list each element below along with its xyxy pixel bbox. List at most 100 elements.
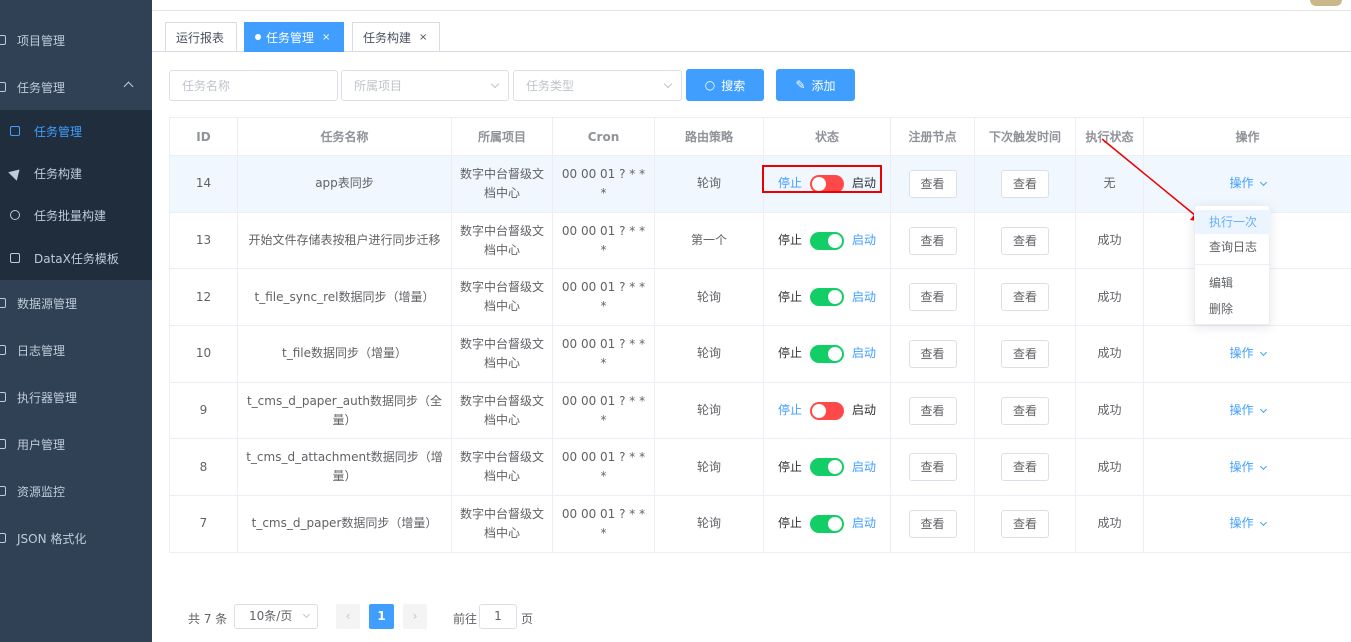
actions-dropdown-trigger[interactable]: 操作	[1229, 516, 1267, 530]
view-node-button[interactable]: 查看	[908, 169, 957, 198]
dropdown-item-delete[interactable]: 删除	[1195, 297, 1271, 321]
page-suffix: 页	[521, 612, 534, 626]
view-node-button[interactable]: 查看	[908, 339, 957, 368]
task-type-placeholder: 任务类型	[526, 79, 575, 93]
monitor-icon	[0, 486, 6, 496]
avatar[interactable]	[1310, 0, 1342, 6]
cell-actions: 操作	[1143, 155, 1351, 213]
sidebar-item-task-management[interactable]: 任务管理	[0, 64, 152, 110]
sidebar-item-executors[interactable]: 执行器管理	[0, 374, 152, 420]
view-next-trigger-button[interactable]: 查看	[1001, 169, 1049, 198]
cell-actions: 操作	[1143, 325, 1351, 383]
actions-label: 操作	[1229, 346, 1254, 361]
status-switch[interactable]: 停止 启动	[778, 458, 876, 477]
task-type-select[interactable]: 任务类型	[513, 70, 682, 101]
tab-run-report[interactable]: 运行报表	[165, 22, 237, 52]
actions-dropdown-trigger[interactable]: 操作	[1229, 403, 1267, 417]
switch-stop-label: 停止	[777, 233, 802, 248]
switch-start-label: 启动	[852, 403, 877, 418]
toggle-switch[interactable]	[810, 514, 844, 533]
search-button[interactable]: ○ 搜索	[686, 69, 764, 101]
status-switch[interactable]: 停止 启动	[778, 514, 876, 533]
cell-task-name: t_file_sync_rel数据同步（增量）	[237, 268, 452, 327]
status-switch[interactable]: 停止 启动	[778, 288, 876, 307]
batch-icon	[10, 210, 20, 220]
page-size-select[interactable]: 10条/页	[234, 604, 318, 629]
toggle-switch[interactable]	[810, 288, 844, 307]
status-switch[interactable]: 停止 启动	[778, 231, 876, 250]
header-id: ID	[169, 117, 238, 156]
cell-task-name: app表同步	[237, 155, 452, 213]
view-next-trigger-button[interactable]: 查看	[1001, 226, 1049, 255]
page-size-value: 10条/页	[249, 609, 293, 623]
sidebar-subitem-task-management[interactable]: 任务管理	[0, 110, 152, 152]
actions-dropdown-trigger[interactable]: 操作	[1229, 460, 1267, 474]
actions-dropdown: 执行一次 查询日志 编辑 删除	[1194, 205, 1271, 325]
view-node-button[interactable]: 查看	[908, 396, 957, 425]
sidebar-subitem-batch-build[interactable]: 任务批量构建	[0, 194, 152, 236]
sidebar-item-datasource[interactable]: 数据源管理	[0, 280, 152, 326]
view-next-trigger-button[interactable]: 查看	[1001, 339, 1049, 368]
toggle-switch[interactable]	[810, 344, 844, 363]
cell-id: 14	[169, 155, 238, 213]
switch-start-label: 启动	[852, 459, 877, 474]
sidebar-item-label: 任务管理	[34, 124, 83, 139]
sidebar-item-json[interactable]: JSON 格式化	[0, 515, 152, 561]
toggle-switch[interactable]	[810, 231, 844, 250]
cell-node: 查看	[890, 211, 975, 270]
sidebar-item-label: 执行器管理	[17, 390, 78, 405]
close-icon[interactable]: ×	[322, 32, 330, 43]
cell-task-name: t_file数据同步（增量）	[237, 325, 452, 383]
switch-knob	[828, 346, 842, 361]
close-icon[interactable]: ×	[419, 32, 427, 43]
dropdown-item-query-log[interactable]: 查询日志	[1195, 235, 1271, 259]
next-page-button[interactable]: ›	[403, 604, 427, 629]
view-next-trigger-button[interactable]: 查看	[1001, 283, 1049, 312]
toggle-switch[interactable]	[810, 174, 844, 193]
switch-knob	[828, 233, 842, 248]
view-node-button[interactable]: 查看	[908, 283, 957, 312]
sidebar-item-label: JSON 格式化	[17, 531, 87, 546]
sidebar-item-logs[interactable]: 日志管理	[0, 327, 152, 373]
toggle-switch[interactable]	[810, 458, 844, 477]
dropdown-item-edit[interactable]: 编辑	[1195, 271, 1271, 295]
prev-page-button[interactable]: ‹	[336, 604, 360, 629]
tab-task-management[interactable]: 任务管理 ×	[244, 22, 344, 52]
actions-dropdown-trigger[interactable]: 操作	[1229, 176, 1267, 191]
chevron-down-icon	[1259, 179, 1267, 187]
view-next-trigger-button[interactable]: 查看	[1001, 396, 1049, 425]
status-switch[interactable]: 停止 启动	[778, 344, 876, 363]
switch-knob	[812, 176, 826, 191]
log-icon	[0, 345, 6, 355]
cell-project: 数字中台督级文档中心	[451, 381, 553, 440]
cell-route: 轮询	[654, 155, 764, 213]
tab-task-build[interactable]: 任务构建 ×	[352, 22, 440, 52]
switch-start-label: 启动	[852, 289, 877, 304]
actions-dropdown-trigger[interactable]: 操作	[1229, 346, 1267, 361]
chevron-down-icon	[490, 79, 500, 89]
sidebar-subitem-task-build[interactable]: 任务构建	[0, 152, 152, 194]
task-name-input[interactable]: 任务名称	[169, 70, 338, 101]
toggle-switch[interactable]	[810, 401, 844, 420]
project-select[interactable]: 所属项目	[341, 70, 509, 101]
goto-page-input[interactable]: 1	[479, 604, 517, 629]
sidebar-item-users[interactable]: 用户管理	[0, 421, 152, 467]
cell-exec-status: 成功	[1075, 325, 1144, 383]
dropdown-item-run-once[interactable]: 执行一次	[1195, 210, 1271, 234]
view-node-button[interactable]: 查看	[908, 509, 957, 538]
add-button[interactable]: ✎ 添加	[776, 69, 855, 101]
sidebar-item-projects[interactable]: 项目管理	[0, 17, 152, 63]
page-number-current[interactable]: 1	[369, 604, 394, 629]
view-node-button[interactable]: 查看	[908, 453, 957, 482]
cell-id: 9	[169, 381, 238, 440]
view-node-button[interactable]: 查看	[908, 226, 957, 255]
status-switch[interactable]: 停止 启动	[778, 401, 876, 420]
status-switch[interactable]: 停止 启动	[778, 174, 876, 193]
sidebar-item-monitor[interactable]: 资源监控	[0, 468, 152, 514]
sidebar-subitem-datax-template[interactable]: DataX任务模板	[0, 236, 152, 280]
actions-label: 操作	[1229, 176, 1254, 191]
switch-knob	[812, 403, 826, 418]
view-next-trigger-button[interactable]: 查看	[1001, 509, 1049, 538]
cell-project: 数字中台督级文档中心	[451, 268, 553, 327]
view-next-trigger-button[interactable]: 查看	[1001, 453, 1049, 482]
